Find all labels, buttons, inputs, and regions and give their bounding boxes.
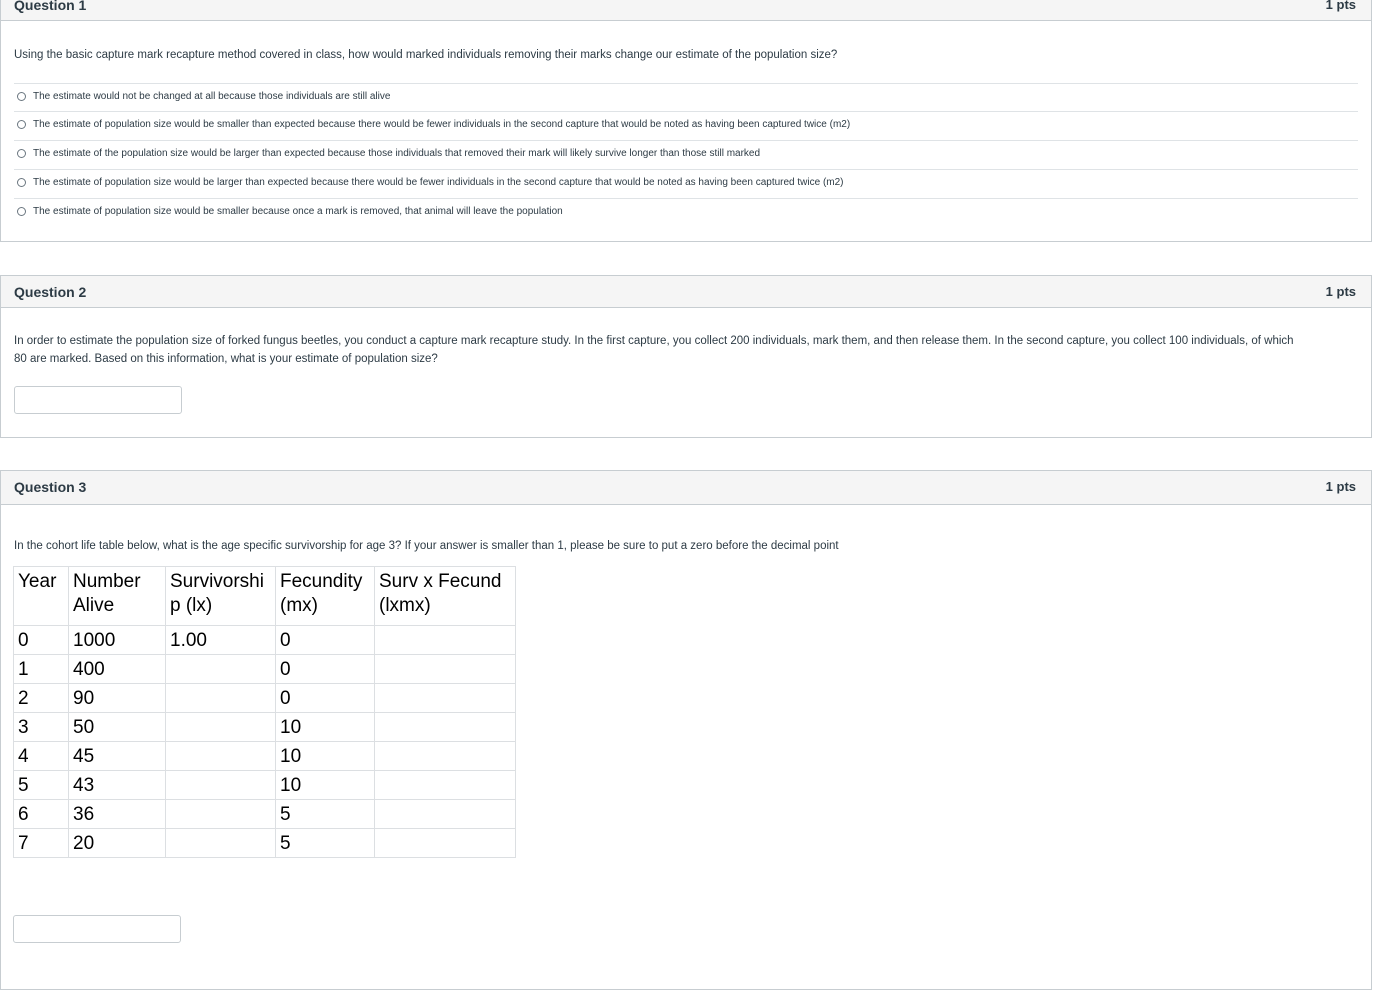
table-cell xyxy=(165,712,276,742)
table-cell: 43 xyxy=(68,770,166,800)
answer-option[interactable]: The estimate of the population size woul… xyxy=(14,140,1358,169)
radio-button[interactable] xyxy=(17,207,26,216)
cohort-life-table: Year Number Alive Survivorshi p (lx) Fecun… xyxy=(13,566,516,858)
column-header: Number Alive xyxy=(68,566,166,626)
table-cell xyxy=(374,683,516,713)
table-cell xyxy=(165,770,276,800)
table-cell: 36 xyxy=(68,799,166,829)
column-header: Surv x Fecund (lxmx) xyxy=(374,566,516,626)
table-cell xyxy=(374,741,516,771)
answer-option[interactable]: The estimate of population size would be… xyxy=(14,198,1358,226)
question-header: Question 2 1 pts xyxy=(1,275,1371,308)
radio-button[interactable] xyxy=(17,149,26,158)
table-cell xyxy=(374,654,516,684)
radio-button[interactable] xyxy=(17,178,26,187)
table-cell xyxy=(165,683,276,713)
answer-label[interactable]: The estimate of population size would be… xyxy=(33,119,850,130)
table-header-row: Year Number Alive Survivorshi p (lx) Fecun… xyxy=(13,566,516,626)
table-cell: 1.00 xyxy=(165,625,276,655)
table-row: 5 43 10 xyxy=(13,770,516,800)
answer-input[interactable] xyxy=(13,915,181,943)
table-cell xyxy=(165,654,276,684)
table-cell: 2 xyxy=(13,683,69,713)
answer-label[interactable]: The estimate of the population size woul… xyxy=(33,148,760,159)
table-cell xyxy=(165,799,276,829)
table-row: 4 45 10 xyxy=(13,741,516,771)
question-title: Question 1 xyxy=(14,0,87,13)
table-cell: 1000 xyxy=(68,625,166,655)
table-cell: 5 xyxy=(275,799,375,829)
question-text-line: 80 are marked. Based on this information… xyxy=(14,353,438,365)
table-cell: 50 xyxy=(68,712,166,742)
table-cell xyxy=(165,828,276,858)
question-text: In the cohort life table below, what is … xyxy=(14,540,839,552)
question-points: 1 pts xyxy=(1325,284,1356,299)
answer-label[interactable]: The estimate of population size would be… xyxy=(33,206,563,217)
table-cell: 0 xyxy=(275,625,375,655)
table-cell: 5 xyxy=(275,828,375,858)
table-cell: 90 xyxy=(68,683,166,713)
table-row: 1 400 0 xyxy=(13,654,516,684)
question-title: Question 2 xyxy=(14,284,87,300)
question-1: Question 1 1 pts Using the basic capture… xyxy=(0,0,1372,242)
question-title: Question 3 xyxy=(14,479,87,495)
question-text-line: In order to estimate the population size… xyxy=(14,335,1294,347)
table-cell xyxy=(165,741,276,771)
table-cell: 5 xyxy=(13,770,69,800)
table-row: 6 36 5 xyxy=(13,799,516,829)
table-cell: 45 xyxy=(68,741,166,771)
column-header: Year xyxy=(13,566,69,626)
table-cell xyxy=(374,828,516,858)
table-row: 3 50 10 xyxy=(13,712,516,742)
table-cell: 6 xyxy=(13,799,69,829)
answer-list: The estimate would not be changed at all… xyxy=(14,83,1358,226)
table-cell: 7 xyxy=(13,828,69,858)
answer-label[interactable]: The estimate would not be changed at all… xyxy=(33,91,390,102)
table-cell: 10 xyxy=(275,741,375,771)
table-cell: 400 xyxy=(68,654,166,684)
table-cell: 3 xyxy=(13,712,69,742)
table-cell: 4 xyxy=(13,741,69,771)
column-header: Survivorshi p (lx) xyxy=(165,566,276,626)
table-cell: 0 xyxy=(275,683,375,713)
question-points: 1 pts xyxy=(1325,0,1356,12)
question-text: In order to estimate the population size… xyxy=(14,332,1359,368)
answer-option[interactable]: The estimate of population size would be… xyxy=(14,169,1358,198)
table-cell: 0 xyxy=(275,654,375,684)
table-cell: 10 xyxy=(275,712,375,742)
table-row: 2 90 0 xyxy=(13,683,516,713)
table-cell: 10 xyxy=(275,770,375,800)
answer-label[interactable]: The estimate of population size would be… xyxy=(33,177,844,188)
column-header: Fecundity (mx) xyxy=(275,566,375,626)
table-cell xyxy=(374,799,516,829)
question-points: 1 pts xyxy=(1325,479,1356,494)
table-cell: 1 xyxy=(13,654,69,684)
question-text: Using the basic capture mark recapture m… xyxy=(14,49,838,61)
question-header: Question 1 1 pts xyxy=(1,0,1371,21)
table-cell: 20 xyxy=(68,828,166,858)
radio-button[interactable] xyxy=(17,92,26,101)
table-row: 7 20 5 xyxy=(13,828,516,858)
answer-option[interactable]: The estimate of population size would be… xyxy=(14,111,1358,140)
answer-input[interactable] xyxy=(14,386,182,414)
radio-button[interactable] xyxy=(17,120,26,129)
table-row: 0 1000 1.00 0 xyxy=(13,625,516,655)
table-cell xyxy=(374,770,516,800)
table-cell xyxy=(374,712,516,742)
question-2: Question 2 1 pts In order to estimate th… xyxy=(0,275,1372,438)
table-cell: 0 xyxy=(13,625,69,655)
question-header: Question 3 1 pts xyxy=(1,470,1371,505)
answer-option[interactable]: The estimate would not be changed at all… xyxy=(14,83,1358,111)
table-cell xyxy=(374,625,516,655)
